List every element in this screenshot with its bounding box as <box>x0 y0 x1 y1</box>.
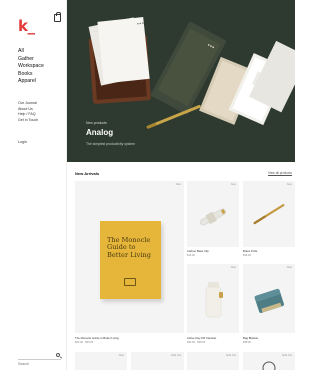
product-tag: New <box>175 183 181 186</box>
product-clip-image <box>200 208 226 226</box>
product-knife-image <box>253 203 285 225</box>
product-name[interactable]: The Monocle Guide to Better Living <box>75 336 119 340</box>
hero-label: New products <box>86 121 107 125</box>
nav-item-all[interactable]: All <box>18 48 44 56</box>
product-card[interactable]: New <box>243 181 295 247</box>
nav-item-help[interactable]: Help / FAQ <box>18 112 38 118</box>
product-name[interactable]: Carbon Bass Clip <box>187 249 209 253</box>
section-title: New Arrivals <box>75 171 100 176</box>
nav-item-gather[interactable]: Gather <box>18 56 44 64</box>
main-nav: All Gather Workspace Books Apparel <box>18 48 44 86</box>
product-tag: Sold Out <box>225 354 236 357</box>
product-tag: New <box>230 183 236 186</box>
hero-subtitle: The simplest productivity system <box>86 142 135 146</box>
product-card[interactable]: Sold Out <box>243 352 295 370</box>
product-price: $36.00 <box>243 254 251 257</box>
product-tag: New <box>118 354 124 357</box>
product-tag: Sold Out <box>170 354 181 357</box>
product-card[interactable]: New The Monocle Guide to Better Living <box>75 181 184 333</box>
product-name[interactable]: Bag Blanket <box>243 336 258 340</box>
product-price: $60.00 · $60.00 <box>75 341 94 344</box>
hero-banner[interactable]: New products Analog The simplest product… <box>67 0 295 162</box>
product-card[interactable]: New <box>187 264 239 333</box>
product-name[interactable]: Brass Knife <box>243 249 257 253</box>
brand-logo[interactable]: k_ <box>18 19 35 34</box>
secondary-nav: Our Journal About Us Help / FAQ Get in T… <box>18 101 38 123</box>
nav-item-apparel[interactable]: Apparel <box>18 78 44 86</box>
nav-item-workspace[interactable]: Workspace <box>18 63 44 71</box>
product-tag: New <box>286 266 292 269</box>
product-blanket-image <box>254 288 284 314</box>
product-name[interactable]: Active Day Kiff Canister <box>187 336 216 340</box>
search-bar <box>18 352 61 366</box>
product-card[interactable]: New <box>75 352 127 370</box>
product-card[interactable]: New <box>187 181 239 247</box>
search-input[interactable] <box>18 362 52 366</box>
product-canister-image <box>205 282 223 318</box>
shopping-bag-icon[interactable] <box>54 12 61 22</box>
hero-product-photo <box>67 0 295 162</box>
hero-title[interactable]: Analog <box>86 128 113 137</box>
book-title: The Monocle Guide to Better Living <box>107 236 151 259</box>
product-tag: New <box>286 183 292 186</box>
product-tag: New <box>230 266 236 269</box>
product-tag: Sold Out <box>281 354 292 357</box>
nav-item-journal[interactable]: Our Journal <box>18 101 38 107</box>
nav-item-books[interactable]: Books <box>18 71 44 79</box>
login-link[interactable]: Login <box>18 140 27 144</box>
product-price: $98.00 <box>243 341 251 344</box>
product-card[interactable]: Sold Out <box>187 352 239 370</box>
search-icon[interactable] <box>56 353 60 357</box>
product-card[interactable]: New <box>243 264 295 333</box>
product-price: $14.00 <box>187 254 195 257</box>
book-seal-icon <box>124 278 136 286</box>
sidebar: k_ All Gather Workspace Books Apparel Ou… <box>0 0 67 370</box>
book-cover: The Monocle Guide to Better Living <box>100 221 161 299</box>
product-card[interactable]: Sold Out <box>131 352 184 370</box>
view-all-link[interactable]: View all products <box>268 171 292 175</box>
nav-item-contact[interactable]: Get in Touch <box>18 118 38 124</box>
product-price: $32.00 · $38.00 <box>187 341 206 344</box>
